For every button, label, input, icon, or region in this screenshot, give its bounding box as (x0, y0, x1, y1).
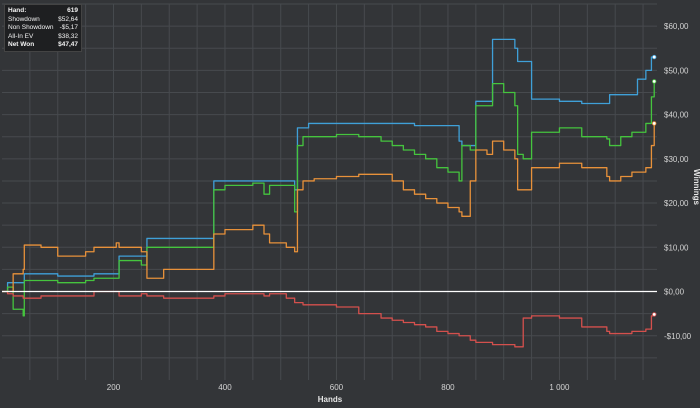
stats-row-net-won: Net Won $47,47 (8, 41, 78, 50)
stats-label: Showdown (8, 15, 40, 23)
series-end-marker-0 (652, 54, 657, 60)
y-tick-label: $30,00 (664, 155, 689, 164)
stats-box: Hand: 619 Showdown $52,64 Non Showdown -… (4, 4, 82, 52)
y-tick-label: $40,00 (664, 111, 689, 120)
y-tick-label: -$10,00 (664, 332, 692, 341)
stats-row-all-in-ev: All-In EV $38,32 (8, 33, 78, 42)
winnings-graph: -$10,00 $0,00 $10,00 $20,00 $30,00 $40,00 $50,… (0, 0, 700, 408)
stats-value: 619 (67, 7, 78, 14)
x-tick-label: 400 (218, 383, 232, 392)
x-axis-title: Hands (318, 395, 343, 404)
series-line-0 (2, 38, 655, 293)
stats-label: Net Won (8, 41, 35, 49)
stats-value: $47,47 (58, 41, 78, 49)
grid (2, 3, 657, 380)
y-tick-label: $20,00 (664, 199, 689, 208)
y-tick-label: $10,00 (664, 243, 689, 252)
series-layer (2, 38, 657, 348)
stats-row-hand: Hand: 619 (8, 7, 78, 16)
stats-row-showdown: Showdown $52,64 (8, 16, 78, 25)
stats-label: All-In EV (8, 32, 34, 40)
x-tick-label: 600 (330, 383, 344, 392)
series-end-marker-3 (652, 312, 657, 317)
y-tick-label: $0,00 (664, 288, 685, 297)
x-tick-label: 200 (107, 383, 121, 392)
y-axis-title: Winnings (692, 169, 700, 205)
stats-label: Non Showdown (8, 24, 54, 32)
stats-value: $38,32 (58, 32, 78, 40)
winnings-chart: -$10,00 $0,00 $10,00 $20,00 $30,00 $40,00 $50,… (2, 3, 700, 404)
y-tick-label: $60,00 (664, 22, 689, 31)
x-tick-label: 800 (441, 383, 455, 392)
stats-value: $52,64 (58, 15, 78, 23)
stats-row-non-showdown: Non Showdown -$5,17 (8, 24, 78, 33)
stats-label: Hand: (8, 7, 27, 14)
axis-layer: -$10,00 $0,00 $10,00 $20,00 $30,00 $40,00 $50,… (2, 22, 692, 392)
series-line-2 (2, 123, 655, 293)
stats-value: -$5,17 (59, 24, 78, 32)
series-end-marker-2 (652, 121, 657, 126)
x-tick-label: 1 000 (549, 383, 570, 392)
series-line-1 (2, 81, 655, 317)
y-tick-label: $50,00 (664, 66, 689, 75)
series-line-3 (2, 290, 655, 348)
series-end-marker-1 (652, 79, 657, 84)
